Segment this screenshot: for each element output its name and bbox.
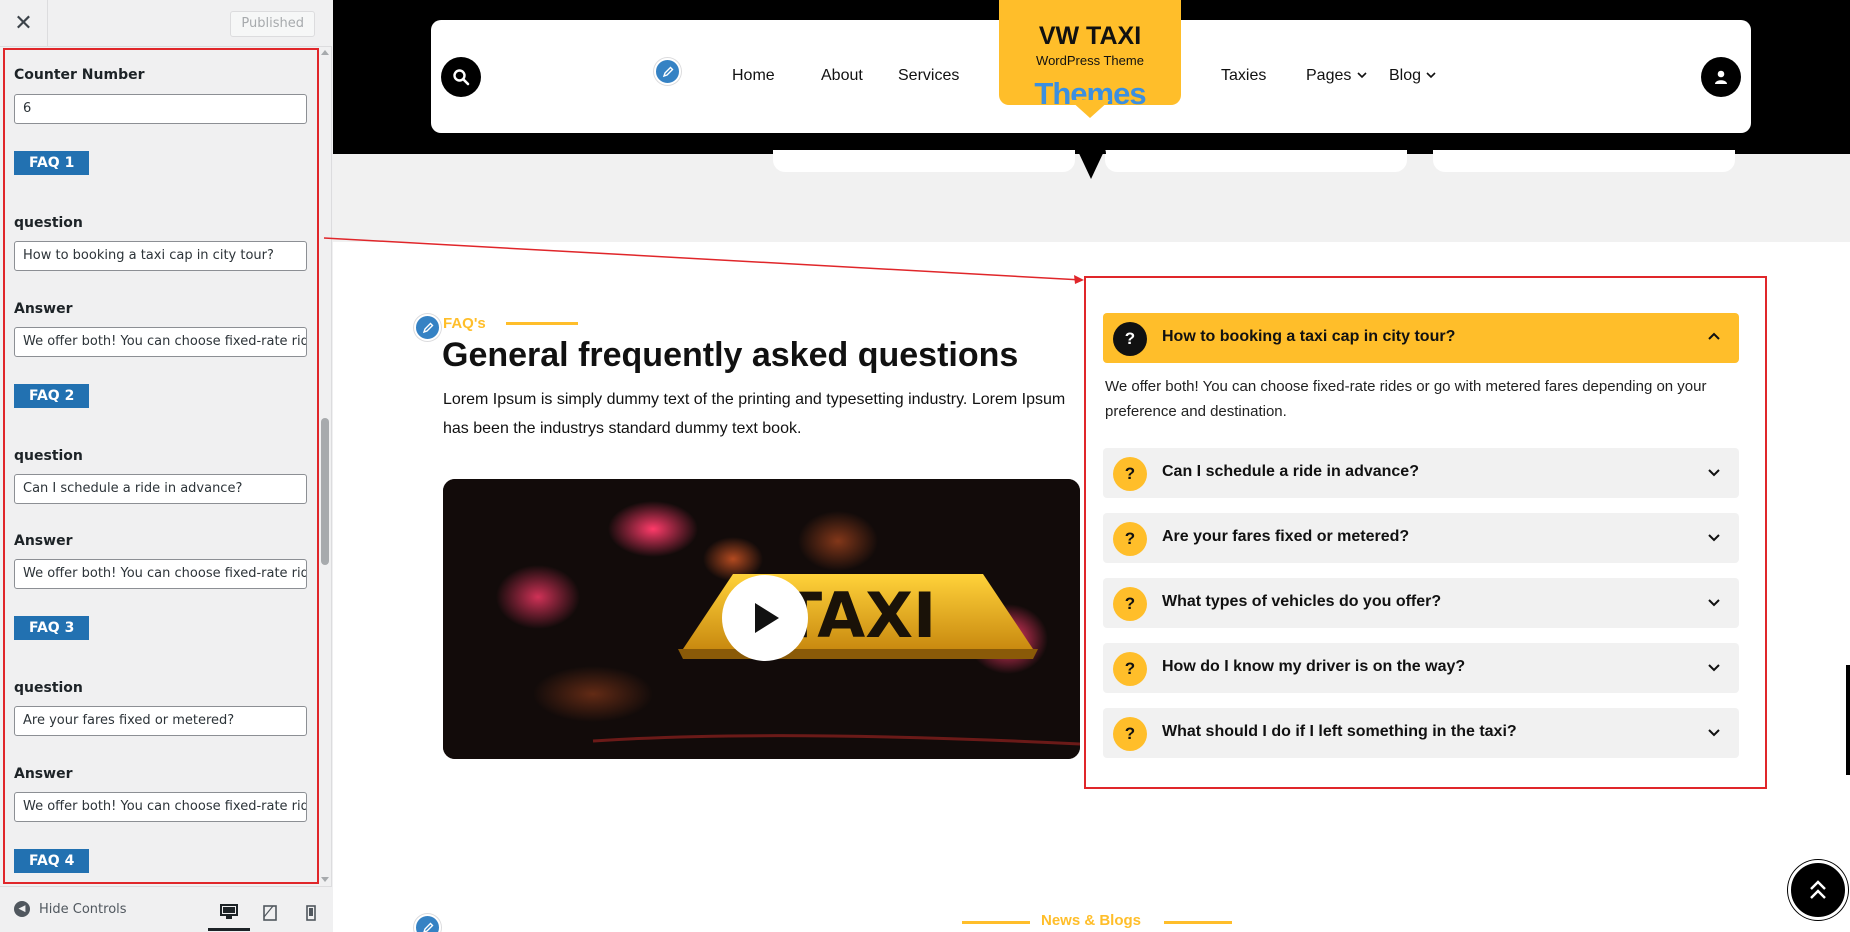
faq-3-question-input[interactable]: Are your fares fixed or metered?	[14, 706, 307, 736]
chevron-down-icon	[1357, 72, 1367, 79]
question-mark-icon: ?	[1113, 457, 1147, 491]
edit-shortcut-icon[interactable]	[654, 58, 681, 85]
counter-number-input[interactable]: 6	[14, 94, 307, 124]
mobile-icon[interactable]	[290, 895, 332, 931]
nav-blog-label: Blog	[1389, 67, 1422, 84]
nav-blog[interactable]: Blog	[1389, 67, 1437, 85]
faq-3-question-label: question	[14, 680, 83, 696]
accordion-question: What should I do if I left something in …	[1162, 723, 1517, 740]
hide-controls-label: Hide Controls	[39, 901, 127, 917]
scroll-to-top-button[interactable]	[1788, 860, 1848, 920]
faq-3-answer-input[interactable]: We offer both! You can choose fixed-rate…	[14, 792, 307, 822]
nav-services[interactable]: Services	[898, 67, 959, 85]
faq-1-answer-label: Answer	[14, 301, 73, 317]
search-button[interactable]	[441, 57, 481, 97]
question-mark-icon: ?	[1113, 652, 1147, 686]
accordion-question: Can I schedule a ride in advance?	[1162, 463, 1419, 480]
faq-1-badge: FAQ 1	[14, 151, 90, 175]
accordion-item[interactable]: ? What types of vehicles do you offer?	[1103, 578, 1739, 628]
desktop-icon[interactable]	[208, 895, 250, 931]
chevron-down-icon	[1708, 729, 1720, 737]
service-card-stub	[773, 150, 1075, 172]
news-title-line	[1164, 921, 1232, 924]
news-title: News & Blogs	[1041, 912, 1142, 929]
chevron-up-icon	[1708, 332, 1720, 340]
search-icon	[453, 69, 470, 86]
play-button[interactable]	[722, 575, 808, 661]
accordion-question: How to booking a taxi cap in city tour?	[1162, 328, 1456, 345]
counter-number-label: Counter Number	[14, 67, 145, 83]
logo-title: VW TAXI	[1038, 22, 1142, 50]
sidebar-scrollbar[interactable]	[320, 48, 330, 884]
faq-2-question-input[interactable]: Can I schedule a ride in advance?	[14, 474, 307, 504]
faq-1-question-input[interactable]: How to booking a taxi cap in city tour?	[14, 241, 307, 271]
service-card-stub	[1433, 150, 1735, 172]
double-chevron-up-icon	[1810, 880, 1826, 899]
news-title-line	[962, 921, 1030, 924]
faq-description: Lorem Ipsum is simply dummy text of the …	[443, 391, 1066, 437]
chevron-down-icon	[1426, 72, 1437, 79]
chevron-down-icon	[1708, 534, 1720, 542]
tablet-icon[interactable]	[249, 895, 291, 931]
faq-2-question-label: question	[14, 448, 83, 464]
faq-3-badge: FAQ 3	[14, 616, 90, 640]
collapse-arrow-icon: ◀	[14, 901, 30, 917]
chevron-down-icon	[1708, 469, 1720, 477]
faq-4-badge: FAQ 4	[14, 849, 90, 873]
hide-controls-button[interactable]: ◀ Hide Controls	[14, 901, 127, 917]
site-preview: Home About Services Taxies Pages Blog VW…	[333, 0, 1850, 932]
map-pin-icon	[1076, 147, 1106, 179]
question-mark-icon: ?	[1113, 587, 1147, 621]
nav-taxies[interactable]: Taxies	[1221, 67, 1266, 85]
faq-2-badge: FAQ 2	[14, 384, 90, 408]
nav-pages-label: Pages	[1306, 67, 1352, 84]
faq-2-answer-label: Answer	[14, 533, 73, 549]
faq-settings-panel: Counter Number 6 FAQ 1 question How to b…	[3, 48, 319, 884]
accordion-question: How do I know my driver is on the way?	[1162, 658, 1466, 675]
chevron-down-icon	[1708, 599, 1720, 607]
service-card-stub	[1105, 150, 1407, 172]
customizer-footer: ◀ Hide Controls	[0, 886, 332, 932]
question-mark-icon: ?	[1113, 717, 1147, 751]
accordion-item[interactable]: ? Are your fares fixed or metered?	[1103, 513, 1739, 563]
question-mark-icon: ?	[1113, 322, 1147, 356]
question-mark-icon: ?	[1113, 522, 1147, 556]
user-icon	[1715, 70, 1727, 84]
scroll-down-arrow-icon[interactable]	[321, 877, 329, 882]
accordion-answer: We offer both! You can choose fixed-rate…	[1105, 378, 1707, 420]
publish-button[interactable]: Published	[230, 11, 315, 37]
logo-subtitle: WordPress Theme	[1036, 53, 1144, 68]
accordion-question: What types of vehicles do you offer?	[1162, 593, 1442, 610]
accordion-item[interactable]: ? How do I know my driver is on the way?	[1103, 643, 1739, 693]
logo-pointer	[1070, 100, 1110, 118]
customizer-sidebar: ✕ Published Counter Number 6 FAQ 1 quest…	[0, 0, 332, 932]
accordion-item[interactable]: ? How to booking a taxi cap in city tour…	[1103, 313, 1739, 363]
site-logo[interactable]: VW TAXI WordPress Theme Themes	[999, 0, 1181, 111]
edge-tab	[1846, 665, 1850, 775]
faq-3-answer-label: Answer	[14, 766, 73, 782]
account-button[interactable]	[1701, 57, 1741, 97]
faq-eyebrow: FAQ's	[443, 315, 486, 332]
faq-1-answer-input[interactable]: We offer both! You can choose fixed-rate…	[14, 327, 307, 357]
accordion-question: Are your fares fixed or metered?	[1162, 528, 1410, 545]
eyebrow-underline	[506, 322, 578, 325]
nav-about[interactable]: About	[821, 67, 863, 85]
accordion-item[interactable]: ? Can I schedule a ride in advance?	[1103, 448, 1739, 498]
faq-accordion: ? How to booking a taxi cap in city tour…	[1084, 276, 1767, 789]
faq-heading: General frequently asked questions	[442, 336, 1019, 374]
customizer-header: ✕ Published	[0, 0, 332, 47]
close-icon[interactable]: ✕	[0, 0, 48, 47]
scrollbar-thumb[interactable]	[321, 418, 329, 565]
nav-pages[interactable]: Pages	[1306, 67, 1368, 85]
accordion-item[interactable]: ? What should I do if I left something i…	[1103, 708, 1739, 758]
play-icon	[755, 603, 779, 633]
faq-1-question-label: question	[14, 215, 83, 231]
scroll-up-arrow-icon[interactable]	[321, 50, 329, 55]
nav-home[interactable]: Home	[732, 67, 775, 85]
chevron-down-icon	[1708, 664, 1720, 672]
edit-shortcut-icon[interactable]	[414, 914, 441, 932]
video-thumbnail[interactable]: TAXI	[443, 479, 1080, 759]
edit-shortcut-icon[interactable]	[414, 314, 441, 341]
faq-2-answer-input[interactable]: We offer both! You can choose fixed-rate…	[14, 559, 307, 589]
